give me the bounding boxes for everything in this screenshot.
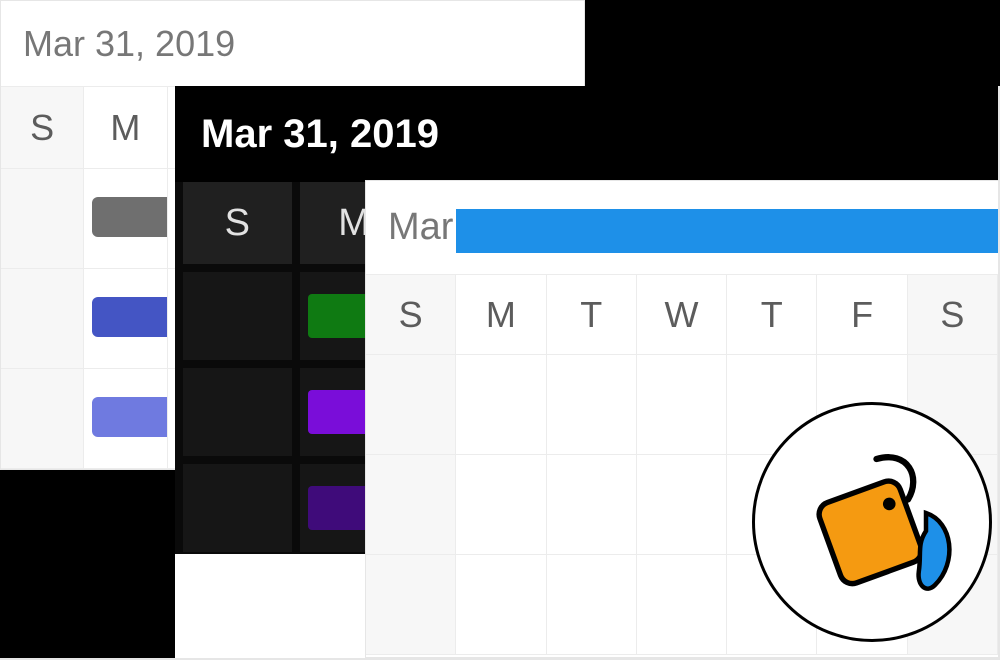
calendar-cell[interactable] [1,369,84,469]
calendar-cell[interactable] [183,368,292,456]
calendar-cell[interactable] [1,169,84,269]
calendar-cell[interactable] [84,369,167,469]
day-header-tue: T [547,275,637,355]
calendar-cell[interactable] [366,455,456,555]
paint-bucket-icon [782,432,962,612]
event-bar[interactable] [456,209,998,253]
calendar-cell[interactable] [456,355,546,455]
calendar-cell[interactable] [637,455,727,555]
calendar-cell[interactable] [456,455,546,555]
day-header-thu: T [727,275,817,355]
event-bar[interactable] [92,397,166,437]
calendar-cell[interactable] [547,555,637,655]
day-header-sat: S [908,275,998,355]
calendar-cell[interactable] [547,355,637,455]
calendar-cell[interactable] [366,555,456,655]
event-bar[interactable] [92,297,166,337]
calendar-cell[interactable] [637,555,727,655]
calendar-front-day-header: S M T W T F S [366,275,998,355]
calendar-cell[interactable] [183,464,292,552]
calendar-cell[interactable] [456,555,546,655]
dark-panel-top-right [581,0,1000,86]
day-header-fri: F [817,275,907,355]
day-header-sun: S [183,182,292,264]
calendar-cell[interactable] [366,355,456,455]
calendar-cell[interactable] [84,169,167,269]
calendar-cell[interactable] [547,455,637,555]
day-header-sun: S [366,275,456,355]
calendar-back-title: Mar 31, 2019 [1,1,584,87]
calendar-cell[interactable] [637,355,727,455]
calendar-cell[interactable] [84,269,167,369]
day-header-mon: M [456,275,546,355]
event-bar[interactable] [92,197,166,237]
day-header-mon: M [84,87,167,169]
calendar-cell[interactable] [183,272,292,360]
day-header-sun: S [1,87,84,169]
paint-bucket-badge [752,402,992,642]
day-header-wed: W [637,275,727,355]
calendar-dark-title: Mar 31, 2019 [175,86,1000,182]
dark-panel-bottom-left [0,470,175,660]
calendar-cell[interactable] [1,269,84,369]
